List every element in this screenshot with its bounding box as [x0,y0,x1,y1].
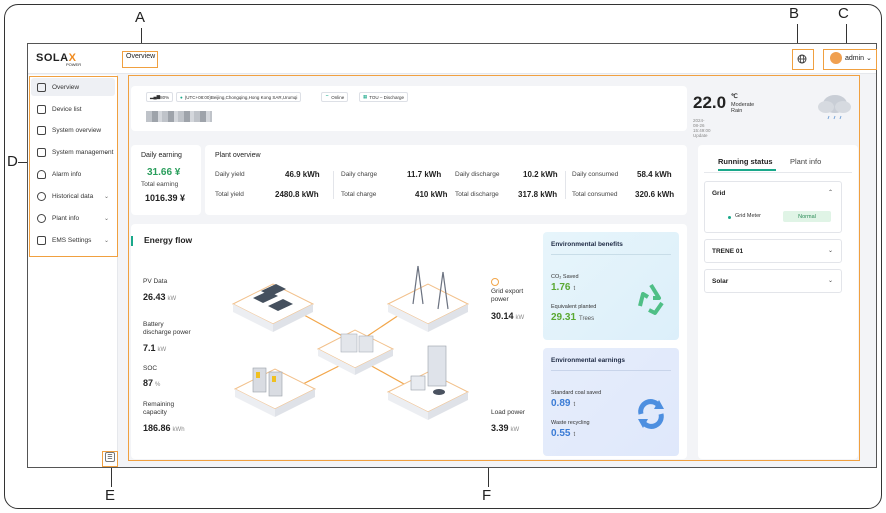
chevron-down-icon[interactable]: ⌄ [828,247,833,254]
divider [704,172,852,173]
callout-d: D [7,153,18,170]
chevron-up-icon[interactable]: ⌃ [828,189,833,196]
callout-e: E [105,487,116,504]
chevron-down-icon[interactable]: ⌄ [828,277,833,284]
callout-c: C [838,5,849,22]
status-dot [728,216,731,219]
solar-section[interactable]: Solar ⌄ [704,269,842,293]
grid-title: Grid [712,190,726,197]
callout-f: F [482,487,492,504]
grid-meter-label: Grid Meter [735,213,761,219]
highlight-d [29,76,118,257]
callout-a: A [135,9,146,26]
status-badge: Normal [783,211,831,222]
tab-plant-info[interactable]: Plant info [790,157,821,166]
solar-title: Solar [712,278,729,285]
annotated-figure: A B C D E F SOLAX POWER Overview admin ⌄ … [0,0,886,513]
trene-title: TRENE 01 [712,248,744,255]
highlight-e [102,451,118,467]
right-panel: Running status Plant info Grid ⌃ Grid Me… [698,145,858,459]
highlight-b [792,49,814,70]
callout-b: B [789,5,800,22]
grid-section[interactable]: Grid ⌃ Grid Meter Normal [704,181,842,233]
tab-indicator [718,169,776,171]
highlight-c [823,49,877,70]
trene-section[interactable]: TRENE 01 ⌄ [704,239,842,263]
solax-logo: SOLAX POWER [36,52,82,67]
app-window: SOLAX POWER Overview admin ⌄ Overview Dev… [27,43,877,468]
tab-running-status[interactable]: Running status [718,157,773,166]
highlight-a [122,51,158,68]
